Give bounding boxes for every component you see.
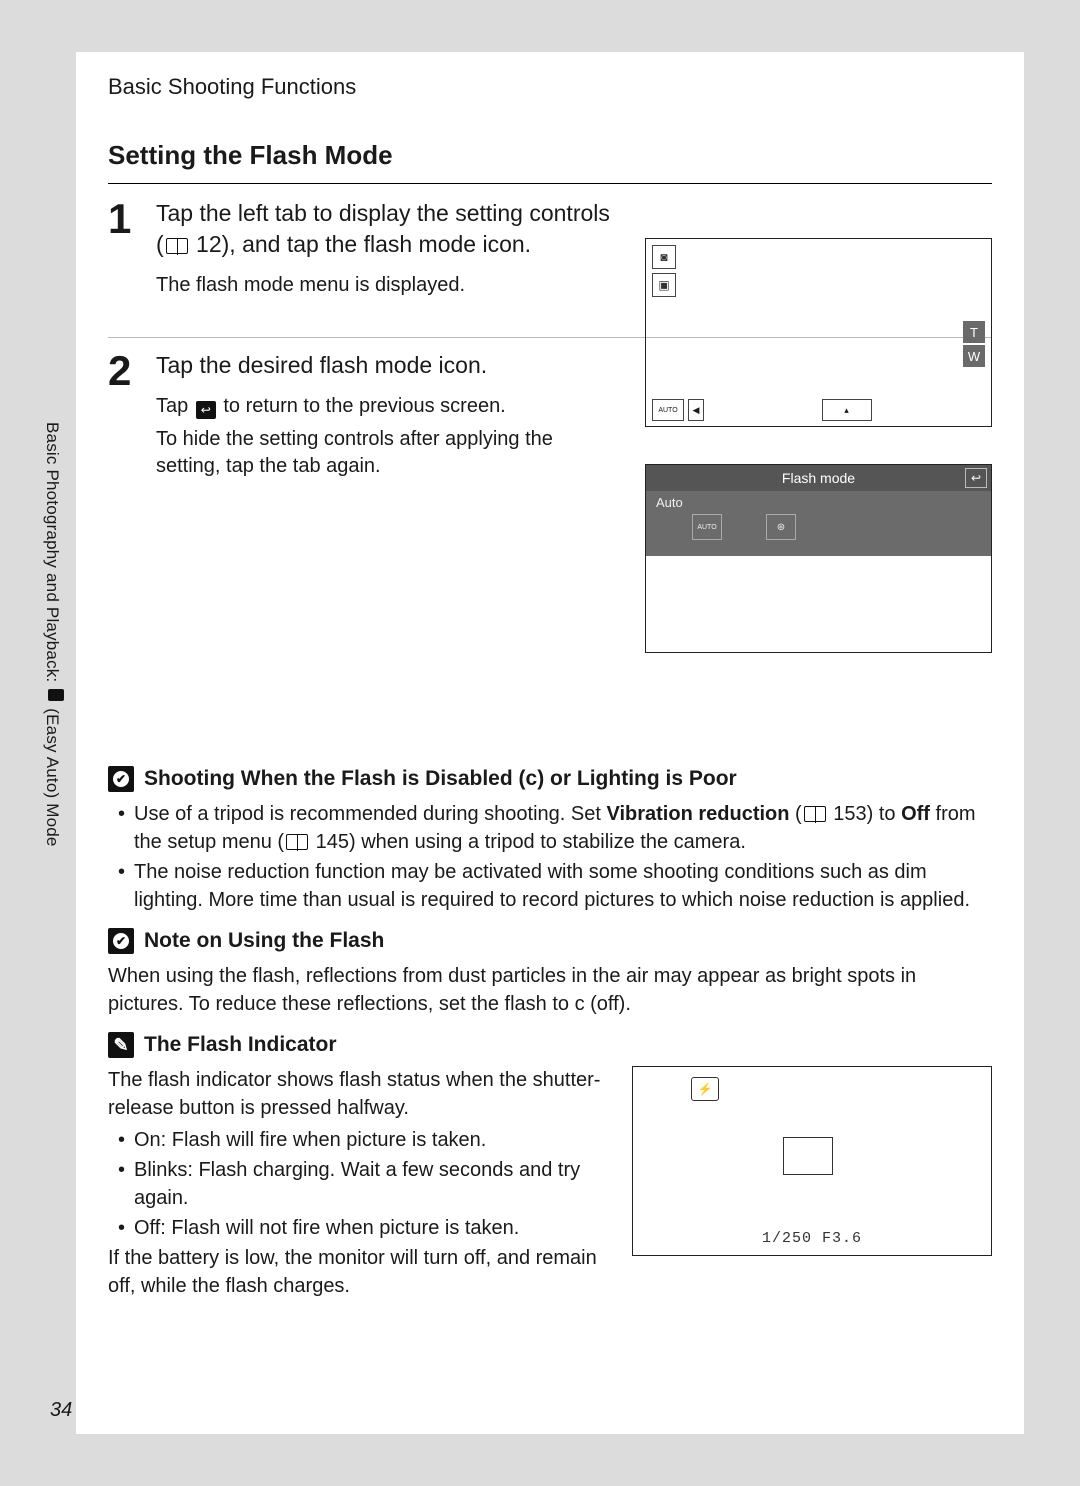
left-arrow-chip[interactable]: ◀ xyxy=(688,399,704,421)
shoot-mode-icon[interactable]: ◙ xyxy=(652,245,676,269)
camera-screen-indicator: ⚡ 1/250 F3.6 xyxy=(632,1066,992,1256)
drawer-up-chip[interactable]: ▴ xyxy=(822,399,872,421)
camera-icon xyxy=(48,689,64,701)
page-title: Setting the Flash Mode xyxy=(108,140,992,171)
flash-indicator-icon: ⚡ xyxy=(691,1077,719,1101)
back-icon: ↩ xyxy=(196,401,216,419)
step-1-number: 1 xyxy=(108,198,142,305)
camera-screen-liveview: ◙ ▣ T W AUTO ◀ ▴ xyxy=(645,238,992,427)
zoom-wide-button[interactable]: W xyxy=(963,345,985,367)
note3-bullet-on: On: Flash will fire when picture is take… xyxy=(118,1126,614,1154)
note3-paragraph-2: If the battery is low, the monitor will … xyxy=(108,1244,614,1300)
step-2-number: 2 xyxy=(108,350,142,486)
flash-menu-selected-label: Auto xyxy=(656,495,981,510)
note3-bullet-blinks: Blinks: Flash charging. Wait a few secon… xyxy=(118,1156,614,1212)
playback-icon[interactable]: ▣ xyxy=(652,273,676,297)
note3-bullet-off: Off: Flash will not fire when picture is… xyxy=(118,1214,614,1242)
step-2-title: Tap the desired flash mode icon. xyxy=(156,350,616,381)
note-pencil-icon: ✎ xyxy=(108,1032,134,1058)
flash-menu-title: Flash mode xyxy=(782,470,855,486)
note-head-flash-indicator: ✎ The Flash Indicator xyxy=(108,1032,992,1058)
zoom-tele-button[interactable]: T xyxy=(963,321,985,343)
camera-screen-flash-menu: Flash mode ↩ Auto AUTO ⊛ xyxy=(645,464,992,653)
note2-paragraph: When using the flash, reflections from d… xyxy=(108,962,992,1018)
flash-option-auto[interactable]: AUTO xyxy=(692,514,722,540)
note1-bullet-1: Use of a tripod is recommended during sh… xyxy=(118,800,992,856)
flash-option-off[interactable]: ⊛ xyxy=(766,514,796,540)
note-head-flash-disabled: ✔ Shooting When the Flash is Disabled (c… xyxy=(108,766,992,792)
flash-menu-back-button[interactable]: ↩ xyxy=(965,468,987,488)
af-frame xyxy=(783,1137,833,1175)
step-2-note-1: Tap ↩ to return to the previous screen. xyxy=(156,393,616,420)
note3-paragraph: The flash indicator shows flash status w… xyxy=(108,1066,614,1122)
step-2-note-2: To hide the setting controls after apply… xyxy=(156,426,616,480)
note-check-icon: ✔ xyxy=(108,928,134,954)
flash-mode-chip[interactable]: AUTO xyxy=(652,399,684,421)
note1-bullet-2: The noise reduction function may be acti… xyxy=(118,858,992,914)
exposure-readout: 1/250 F3.6 xyxy=(633,1230,991,1247)
step-1-title: Tap the left tab to display the setting … xyxy=(156,198,616,260)
manual-ref-icon xyxy=(286,834,308,850)
note-check-icon: ✔ xyxy=(108,766,134,792)
breadcrumb: Basic Shooting Functions xyxy=(108,74,992,100)
note-head-using-flash: ✔ Note on Using the Flash xyxy=(108,928,992,954)
manual-ref-icon xyxy=(804,806,826,822)
page-number: 34 xyxy=(50,1399,72,1422)
side-chapter-label: Basic Photography and Playback: (Easy Au… xyxy=(42,422,64,847)
manual-ref-icon xyxy=(166,238,188,254)
step-1-note: The flash mode menu is displayed. xyxy=(156,272,616,299)
